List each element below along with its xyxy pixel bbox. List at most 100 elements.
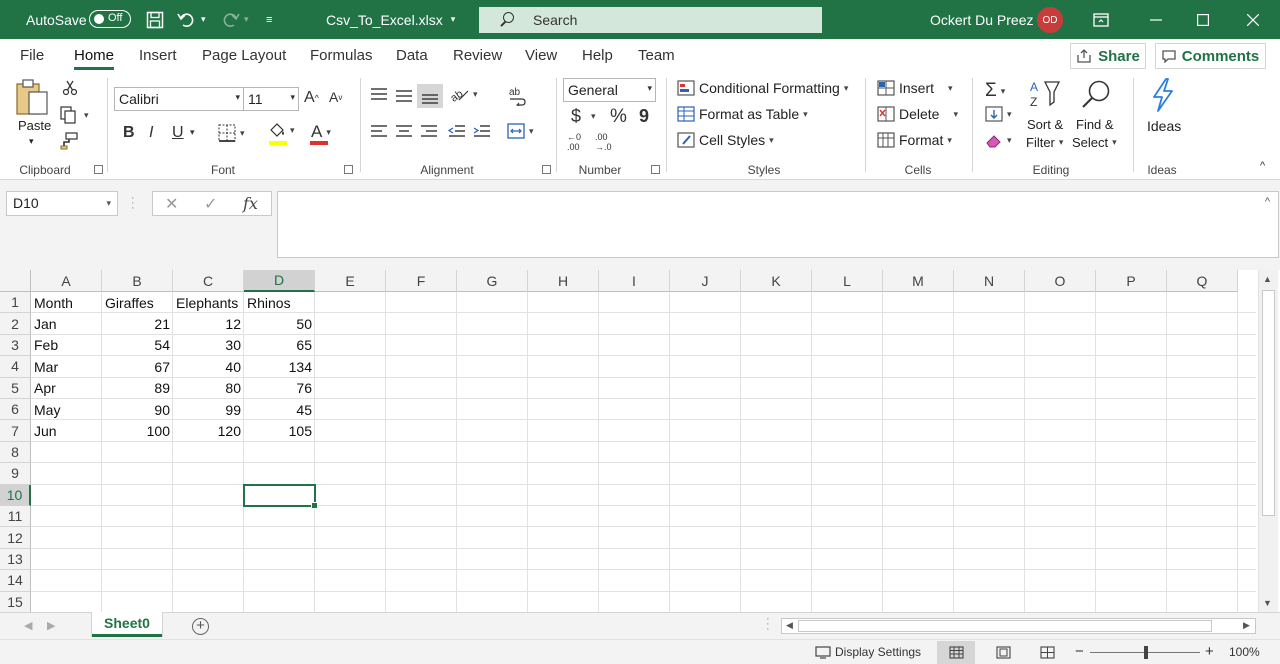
bold-button[interactable]: B <box>123 124 135 142</box>
cell-b2[interactable]: 21 <box>102 313 173 334</box>
column-header-n[interactable]: N <box>954 270 1025 292</box>
alignment-launcher-icon[interactable] <box>542 165 551 174</box>
column-header-q[interactable]: Q <box>1167 270 1238 292</box>
underline-dropdown-icon[interactable]: ▾ <box>190 127 195 138</box>
column-header-d[interactable]: D <box>244 270 315 292</box>
collapse-formula-bar-icon[interactable]: ^ <box>1265 196 1270 208</box>
enter-icon[interactable]: ✓ <box>204 194 217 214</box>
customize-qat-icon[interactable]: ≡ <box>266 0 272 39</box>
orientation-icon[interactable]: ab ▾ <box>449 86 478 102</box>
row-header-6[interactable]: 6 <box>0 399 31 421</box>
cell-d4[interactable]: 134 <box>244 356 315 377</box>
cell-c2[interactable]: 12 <box>173 313 244 334</box>
font-color-icon[interactable]: A ▾ <box>311 122 331 142</box>
conditional-formatting-button[interactable]: Conditional Formatting ▾ <box>677 80 848 96</box>
format-cells-button[interactable]: Format ▾ <box>877 132 952 148</box>
zoom-in-button[interactable]: + <box>1205 643 1214 660</box>
number-launcher-icon[interactable] <box>651 165 660 174</box>
insert-cells-button[interactable]: Insert ▾ <box>877 80 953 96</box>
column-header-k[interactable]: K <box>741 270 812 292</box>
cell-c5[interactable]: 80 <box>173 378 244 399</box>
column-header-a[interactable]: A <box>31 270 102 292</box>
decrease-indent-icon[interactable] <box>448 124 466 138</box>
column-header-l[interactable]: L <box>812 270 883 292</box>
cell-c7[interactable]: 120 <box>173 420 244 441</box>
ribbon-display-options-icon[interactable] <box>1078 0 1124 39</box>
decrease-decimal-icon[interactable]: .00 →.0 <box>595 132 612 152</box>
find-select-button[interactable] <box>1079 78 1113 110</box>
redo-dropdown-icon[interactable]: ▾ <box>244 0 249 39</box>
row-header-2[interactable]: 2 <box>0 313 31 335</box>
tab-home[interactable]: Home <box>74 47 115 70</box>
copy-dropdown-icon[interactable]: ▾ <box>84 110 89 121</box>
borders-dropdown-icon[interactable]: ▾ <box>240 128 245 139</box>
column-header-f[interactable]: F <box>386 270 457 292</box>
fill-dropdown-icon[interactable]: ▾ <box>1007 109 1012 120</box>
comments-button[interactable]: Comments <box>1155 43 1266 69</box>
autosave-toggle[interactable]: Off <box>89 10 131 28</box>
drag-handle-icon[interactable]: · · · <box>131 193 135 214</box>
fill-color-dropdown-icon[interactable]: ▾ <box>290 125 295 136</box>
merge-center-icon[interactable]: ▾ <box>507 123 534 139</box>
cell-b3[interactable]: 54 <box>102 335 173 356</box>
font-color-dropdown-icon[interactable]: ▾ <box>326 127 331 138</box>
italic-button[interactable]: I <box>149 124 153 142</box>
fill-color-icon[interactable]: ▾ <box>268 122 295 138</box>
percent-button[interactable]: % <box>610 106 627 128</box>
cell-b5[interactable]: 89 <box>102 378 173 399</box>
format-painter-icon[interactable] <box>60 132 78 150</box>
tab-formulas[interactable]: Formulas <box>310 47 373 64</box>
next-sheet-icon[interactable]: ▶ <box>47 619 55 632</box>
font-launcher-icon[interactable] <box>344 165 353 174</box>
merge-dropdown-icon[interactable]: ▾ <box>529 126 534 137</box>
borders-icon[interactable]: ▾ <box>218 124 245 142</box>
insert-function-icon[interactable]: fx <box>243 194 258 213</box>
normal-view-icon[interactable] <box>937 641 975 664</box>
cell-d5[interactable]: 76 <box>244 378 315 399</box>
file-name[interactable]: Csv_To_Excel.xlsx ▾ <box>326 0 455 39</box>
row-header-12[interactable]: 12 <box>0 527 31 549</box>
cancel-icon[interactable]: ✕ <box>165 194 178 214</box>
tab-review[interactable]: Review <box>453 47 502 64</box>
display-settings-button[interactable]: Display Settings <box>815 645 921 659</box>
cell-c6[interactable]: 99 <box>173 399 244 420</box>
maximize-icon[interactable] <box>1180 0 1226 39</box>
row-header-10[interactable]: 10 <box>0 484 31 506</box>
vertical-scrollbar[interactable]: ▲ ▼ <box>1258 270 1278 612</box>
tab-file[interactable]: File <box>20 47 44 64</box>
tab-data[interactable]: Data <box>396 47 428 64</box>
column-header-b[interactable]: B <box>102 270 173 292</box>
column-header-m[interactable]: M <box>883 270 954 292</box>
cell-b4[interactable]: 67 <box>102 356 173 377</box>
spreadsheet-grid[interactable]: ABCDEFGHIJKLMNOPQ 1 2 3 4 5 6 7 8 9 10 11 12 13 14 15 … <box>0 270 1280 612</box>
font-name-select[interactable]: Calibri ▾ <box>114 87 244 111</box>
row-header-1[interactable]: 1 <box>0 292 31 314</box>
name-box[interactable]: D10 ▾ <box>6 191 118 216</box>
ideas-button[interactable] <box>1149 78 1177 112</box>
column-header-h[interactable]: H <box>528 270 599 292</box>
bottom-align-icon[interactable] <box>417 84 443 108</box>
cell-b7[interactable]: 100 <box>102 420 173 441</box>
tab-team[interactable]: Team <box>638 47 675 64</box>
close-icon[interactable] <box>1230 0 1276 39</box>
tab-insert[interactable]: Insert <box>139 47 177 64</box>
horizontal-scroll-thumb[interactable] <box>798 620 1212 632</box>
cell-a5[interactable]: Apr <box>31 378 102 399</box>
align-center-icon[interactable] <box>395 124 413 138</box>
autosum-icon[interactable]: Σ ▾ <box>985 80 1005 102</box>
horizontal-scrollbar[interactable]: ◀ ▶ <box>781 618 1256 634</box>
column-header-c[interactable]: C <box>173 270 244 292</box>
collapse-ribbon-icon[interactable]: ^ <box>1260 160 1265 172</box>
paste-dropdown-icon[interactable]: ▾ <box>29 136 34 147</box>
cell-a6[interactable]: May <box>31 399 102 420</box>
column-header-o[interactable]: O <box>1025 270 1096 292</box>
scroll-up-icon[interactable]: ▲ <box>1263 274 1272 284</box>
page-layout-view-icon[interactable] <box>984 641 1022 664</box>
zoom-out-button[interactable]: − <box>1075 643 1084 660</box>
column-header-i[interactable]: I <box>599 270 670 292</box>
increase-indent-icon[interactable] <box>473 124 491 138</box>
redo-icon[interactable] <box>220 0 240 39</box>
currency-dropdown-icon[interactable]: ▾ <box>591 111 596 122</box>
row-header-5[interactable]: 5 <box>0 377 31 399</box>
vertical-scroll-thumb[interactable] <box>1262 290 1275 516</box>
